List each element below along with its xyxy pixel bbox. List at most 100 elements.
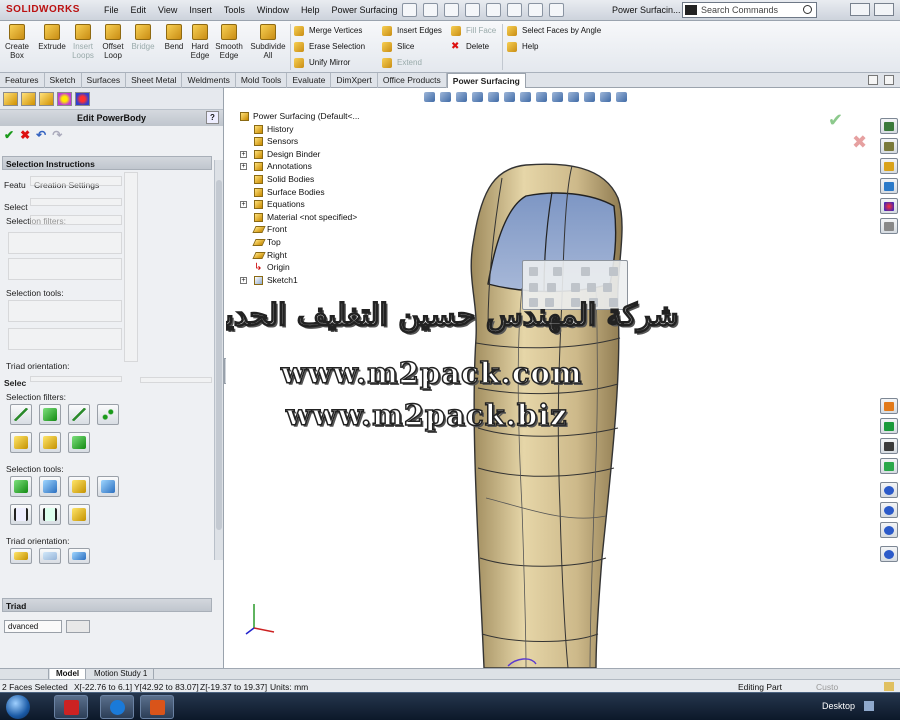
notification-icon[interactable] — [864, 701, 874, 711]
taskbar-app[interactable] — [100, 695, 134, 719]
custom-properties-tab[interactable] — [880, 218, 898, 234]
menu-power-surfacing[interactable]: Power Surfacing — [331, 5, 397, 15]
context-tool-icon[interactable] — [609, 267, 618, 276]
line-filter-button[interactable] — [68, 404, 90, 425]
tree-item-equations[interactable]: + Equations — [230, 198, 360, 211]
bend-button[interactable]: Bend — [162, 24, 186, 51]
tree-item-front-plane[interactable]: Front — [230, 223, 360, 236]
dimxpert-icon[interactable] — [57, 92, 72, 106]
hide-show-icon[interactable] — [520, 92, 531, 102]
vertex-filter-button[interactable] — [97, 404, 119, 425]
desktop-toolbar-label[interactable]: Desktop — [822, 701, 855, 711]
tree-root[interactable]: Power Surfacing (Default<... — [230, 110, 360, 123]
camera-tab[interactable] — [880, 438, 898, 454]
tree-item-right-plane[interactable]: Right — [230, 249, 360, 262]
screen-tab[interactable] — [880, 458, 898, 474]
taskbar-powerpoint[interactable] — [140, 695, 174, 719]
rebuild-status-icon[interactable] — [884, 682, 894, 691]
new-icon[interactable] — [402, 3, 417, 17]
menu-tools[interactable]: Tools — [224, 5, 245, 15]
tab-features[interactable]: Features — [0, 73, 45, 88]
zoom-area-icon[interactable] — [440, 92, 451, 102]
navigate-tab[interactable] — [880, 502, 898, 518]
display-pane-icon[interactable] — [584, 92, 595, 102]
open-icon[interactable] — [423, 3, 438, 17]
display-manager-icon[interactable] — [75, 92, 90, 106]
edit-appearance-icon[interactable] — [536, 92, 547, 102]
save-icon[interactable] — [444, 3, 459, 17]
recorder-tab[interactable] — [880, 398, 898, 414]
select-faces-by-angle-button[interactable]: Select Faces by Angle — [507, 25, 601, 37]
extend-button[interactable]: Extend — [382, 57, 422, 69]
context-tool-icon[interactable] — [603, 283, 612, 292]
feature-manager-icon[interactable] — [3, 92, 18, 106]
select-loop-button[interactable] — [68, 476, 90, 497]
offset-loop-button[interactable]: Offset Loop — [100, 24, 126, 60]
tree-item-surface-bodies[interactable]: Surface Bodies — [230, 186, 360, 199]
triad-normal-button[interactable] — [68, 548, 90, 564]
ok-icon[interactable]: ✔ — [4, 129, 14, 141]
zoom-to-fit-icon[interactable] — [424, 92, 435, 102]
menu-file[interactable]: File — [104, 5, 119, 15]
tab-evaluate[interactable]: Evaluate — [287, 73, 332, 88]
undo-icon[interactable]: ↶ — [36, 129, 46, 141]
subdivide-all-button[interactable]: Subdivide All — [249, 24, 287, 60]
tab-sketch[interactable]: Sketch — [45, 73, 82, 88]
select-icon[interactable] — [507, 3, 522, 17]
advanced-button[interactable]: dvanced — [4, 620, 62, 633]
scroll-thumb[interactable] — [216, 180, 222, 530]
select-ring-button[interactable] — [97, 476, 119, 497]
face-filter-button[interactable] — [39, 404, 61, 425]
tree-item-solid-bodies[interactable]: Solid Bodies — [230, 173, 360, 186]
undo-icon[interactable] — [486, 3, 501, 17]
tree-item-origin[interactable]: ↳ Origin — [230, 261, 360, 274]
file-explorer-tab[interactable] — [880, 158, 898, 174]
restore-icon[interactable] — [868, 75, 878, 85]
mic-tab[interactable] — [880, 418, 898, 434]
context-tool-icon[interactable] — [529, 283, 538, 292]
help-icon[interactable]: ? — [206, 111, 219, 124]
context-tool-icon[interactable] — [581, 267, 590, 276]
tree-item-top-plane[interactable]: Top — [230, 236, 360, 249]
design-library-tab[interactable] — [880, 138, 898, 154]
previous-view-icon[interactable] — [456, 92, 467, 102]
minimize-button[interactable] — [850, 3, 870, 16]
select-all-button[interactable] — [10, 476, 32, 497]
slice-button[interactable]: Slice — [382, 41, 414, 53]
tab-sheet-metal[interactable]: Sheet Metal — [126, 73, 183, 88]
tab-office-products[interactable]: Office Products — [378, 73, 447, 88]
section-view-icon[interactable] — [472, 92, 483, 102]
fill-face-button[interactable]: Fill Face — [451, 25, 496, 37]
insert-loops-button[interactable]: Insert Loops — [70, 24, 96, 60]
search-commands-input[interactable]: Search Commands — [682, 2, 817, 18]
start-button[interactable] — [6, 695, 30, 719]
appearances-tab[interactable] — [880, 198, 898, 214]
expand-icon[interactable]: + — [240, 276, 247, 284]
options-icon[interactable] — [549, 3, 564, 17]
close-icon[interactable] — [884, 75, 894, 85]
monitor-icon[interactable] — [600, 92, 611, 102]
tab-mold-tools[interactable]: Mold Tools — [236, 73, 288, 88]
view-settings-icon[interactable] — [568, 92, 579, 102]
grow-selection-button[interactable] — [39, 476, 61, 497]
tree-item-material[interactable]: Material <not specified> — [230, 211, 360, 224]
view-orientation-icon[interactable] — [488, 92, 499, 102]
tree-item-annotations[interactable]: + Annotations — [230, 160, 360, 173]
menu-view[interactable]: View — [158, 5, 177, 15]
selection-instructions-group[interactable]: Selection Instructions — [2, 156, 212, 170]
view-palette-tab[interactable] — [880, 178, 898, 194]
tab-surfaces[interactable]: Surfaces — [82, 73, 127, 88]
edge-filter-button[interactable] — [10, 404, 32, 425]
taskbar-solidworks[interactable] — [54, 695, 88, 719]
merge-vertices-button[interactable]: Merge Vertices — [294, 25, 362, 37]
tree-item-sketch1[interactable]: + Sketch1 — [230, 274, 360, 287]
confirm-ok-icon[interactable]: ✔ — [828, 110, 843, 131]
advanced-option[interactable] — [66, 620, 90, 633]
surface-filter-button[interactable] — [68, 432, 90, 453]
hard-edge-button[interactable]: Hard Edge — [188, 24, 212, 60]
print-icon[interactable] — [465, 3, 480, 17]
tab-dimxpert[interactable]: DimXpert — [331, 73, 378, 88]
more-icon[interactable] — [616, 92, 627, 102]
display-style-icon[interactable] — [504, 92, 515, 102]
tree-item-design-binder[interactable]: + Design Binder — [230, 148, 360, 161]
